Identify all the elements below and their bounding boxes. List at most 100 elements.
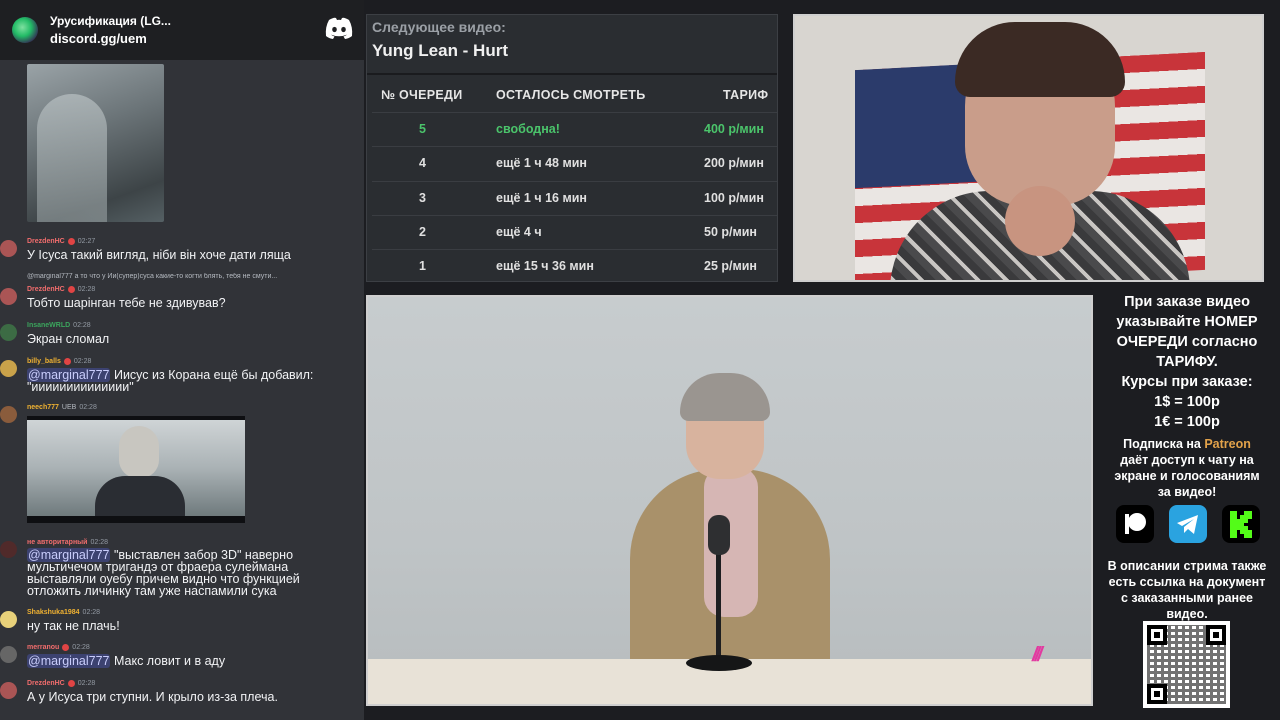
queue-tariff: 50 р/мин	[704, 225, 757, 239]
avatar[interactable]	[0, 288, 17, 305]
server-tag: UEB	[61, 404, 77, 411]
queue-position: 5	[419, 122, 426, 136]
queue-remaining: ещё 1 ч 48 мин	[496, 156, 587, 170]
queue-tariff: 200 р/мин	[704, 156, 764, 170]
reply-preview[interactable]: @marginal777 а то что у Ии(супер)суса ка…	[27, 273, 362, 280]
username[interactable]: DrezdenHC	[27, 238, 65, 245]
avatar[interactable]	[0, 240, 17, 257]
user-mention[interactable]: @marginal777	[27, 654, 111, 668]
queue-remaining: ещё 1 ч 16 мин	[496, 191, 587, 205]
patreon-link[interactable]: Patreon	[1204, 437, 1251, 451]
queue-tariff: 400 р/мин	[704, 122, 764, 136]
streamer-webcam	[793, 14, 1264, 282]
role-badge-icon	[67, 286, 75, 293]
telegram-icon[interactable]	[1169, 505, 1207, 543]
username[interactable]: Shakshuka1984	[27, 609, 80, 616]
avatar[interactable]	[0, 646, 17, 663]
order-instruction: ТАРИФУ.	[1156, 354, 1218, 370]
avatar[interactable]	[0, 406, 17, 423]
queue-row: 2 ещё 4 ч 50 р/мин	[372, 215, 777, 248]
avatar[interactable]	[0, 541, 17, 558]
queue-header-position: № ОЧЕРЕДИ	[381, 88, 463, 102]
timestamp: 02:28	[73, 322, 91, 329]
queue-tariff: 25 р/мин	[704, 259, 757, 273]
mic-base	[686, 655, 752, 671]
server-invite-link[interactable]: discord.gg/uem	[50, 31, 171, 46]
username[interactable]: DrezdenHC	[27, 680, 65, 687]
chat-panel: Урусификация (LG... discord.gg/uem Drezd…	[0, 0, 364, 720]
channel-logo: ///	[1032, 644, 1043, 666]
queue-row: 3 ещё 1 ч 16 мин 100 р/мин	[372, 181, 777, 214]
subscription-text: даёт доступ к чату на	[1120, 453, 1254, 467]
avatar[interactable]	[0, 324, 17, 341]
username[interactable]: billy_balls	[27, 358, 61, 365]
queue-remaining: ещё 15 ч 36 мин	[496, 259, 594, 273]
rate-usd: 1$ = 100р	[1154, 394, 1220, 410]
patreon-icon[interactable]	[1116, 505, 1154, 543]
queue-remaining: ещё 4 ч	[496, 225, 542, 239]
timestamp: 02:28	[90, 539, 108, 546]
chat-image-attachment[interactable]	[27, 416, 245, 523]
queue-position: 3	[419, 191, 426, 205]
order-instruction: ОЧЕРЕДИ согласно	[1116, 334, 1258, 350]
role-badge-icon	[67, 680, 75, 687]
microphone-icon	[708, 515, 730, 555]
role-badge-icon	[67, 238, 75, 245]
description-note: есть ссылка на документ	[1108, 575, 1266, 589]
description-note: видео.	[1166, 607, 1208, 621]
queue-position: 1	[419, 259, 426, 273]
timestamp: 02:28	[73, 358, 92, 365]
description-note: В описании стрима также	[1107, 559, 1267, 573]
avatar[interactable]	[0, 611, 17, 628]
subscription-text: Подписка на	[1123, 437, 1205, 451]
subscription-text: экране и голосованиям	[1114, 469, 1260, 483]
description-note: с заказанными ранее	[1120, 591, 1253, 605]
order-instruction: При заказе видео	[1124, 294, 1250, 310]
timestamp: 02:28	[77, 286, 96, 293]
kick-icon[interactable]	[1222, 505, 1260, 543]
queue-row: 5 свободна! 400 р/мин	[372, 112, 777, 145]
queue-row: 1 ещё 15 ч 36 мин 25 р/мин	[372, 249, 777, 282]
username[interactable]: merranou	[27, 644, 59, 651]
next-video-label: Следующее видео:	[372, 19, 506, 35]
order-instruction: указывайте НОМЕР	[1116, 314, 1258, 330]
username[interactable]: neech777	[27, 404, 59, 411]
message-text: отложить личинку там уже наспамили сука	[27, 584, 277, 598]
timestamp: 02:28	[82, 609, 101, 616]
queue-position: 2	[419, 225, 426, 239]
message-text: Макс ловит и в аду	[113, 654, 226, 668]
info-panel: При заказе видео указывайте НОМЕР ОЧЕРЕД…	[1098, 292, 1276, 622]
discord-icon	[325, 17, 353, 39]
timestamp: 02:28	[72, 644, 90, 651]
streamer-hair	[955, 22, 1125, 97]
server-icon	[12, 17, 38, 43]
chat-image-attachment[interactable]	[27, 64, 164, 222]
queue-remaining: свободна!	[496, 122, 560, 136]
subscription-text: за видео!	[1157, 485, 1217, 499]
queue-position: 4	[419, 156, 426, 170]
role-badge-icon	[62, 644, 70, 651]
message-text: Экран сломал	[27, 332, 110, 346]
avatar[interactable]	[0, 682, 17, 699]
chat-header: Урусификация (LG... discord.gg/uem	[0, 0, 364, 60]
rates-title: Курсы при заказе:	[1121, 374, 1253, 390]
avatar[interactable]	[0, 360, 17, 377]
username[interactable]: не авторитарный	[27, 539, 87, 546]
timestamp: 02:27	[77, 238, 96, 245]
next-video-title: Yung Lean - Hurt	[372, 41, 508, 60]
streamer-hand	[1005, 186, 1075, 256]
divider	[367, 73, 777, 75]
queue-header-remaining: ОСТАЛОСЬ СМОТРЕТЬ	[496, 88, 646, 102]
qr-code[interactable]	[1143, 621, 1230, 708]
main-video-player[interactable]: ///	[366, 295, 1093, 706]
video-queue-panel: Следующее видео: Yung Lean - Hurt № ОЧЕР…	[366, 14, 778, 282]
username[interactable]: InsaneWRLD	[27, 322, 70, 329]
role-badge-icon	[63, 358, 71, 365]
queue-header-tariff: ТАРИФ	[723, 88, 769, 102]
username[interactable]: DrezdenHC	[27, 286, 65, 293]
queue-row: 4 ещё 1 ч 48 мин 200 р/мин	[372, 146, 777, 179]
timestamp: 02:28	[79, 404, 97, 411]
rate-eur: 1€ = 100р	[1154, 414, 1220, 430]
message-text: ну так не плачь!	[27, 619, 120, 633]
message-text: У Ісуса такий вигляд, ніби він хоче дати…	[27, 248, 291, 262]
